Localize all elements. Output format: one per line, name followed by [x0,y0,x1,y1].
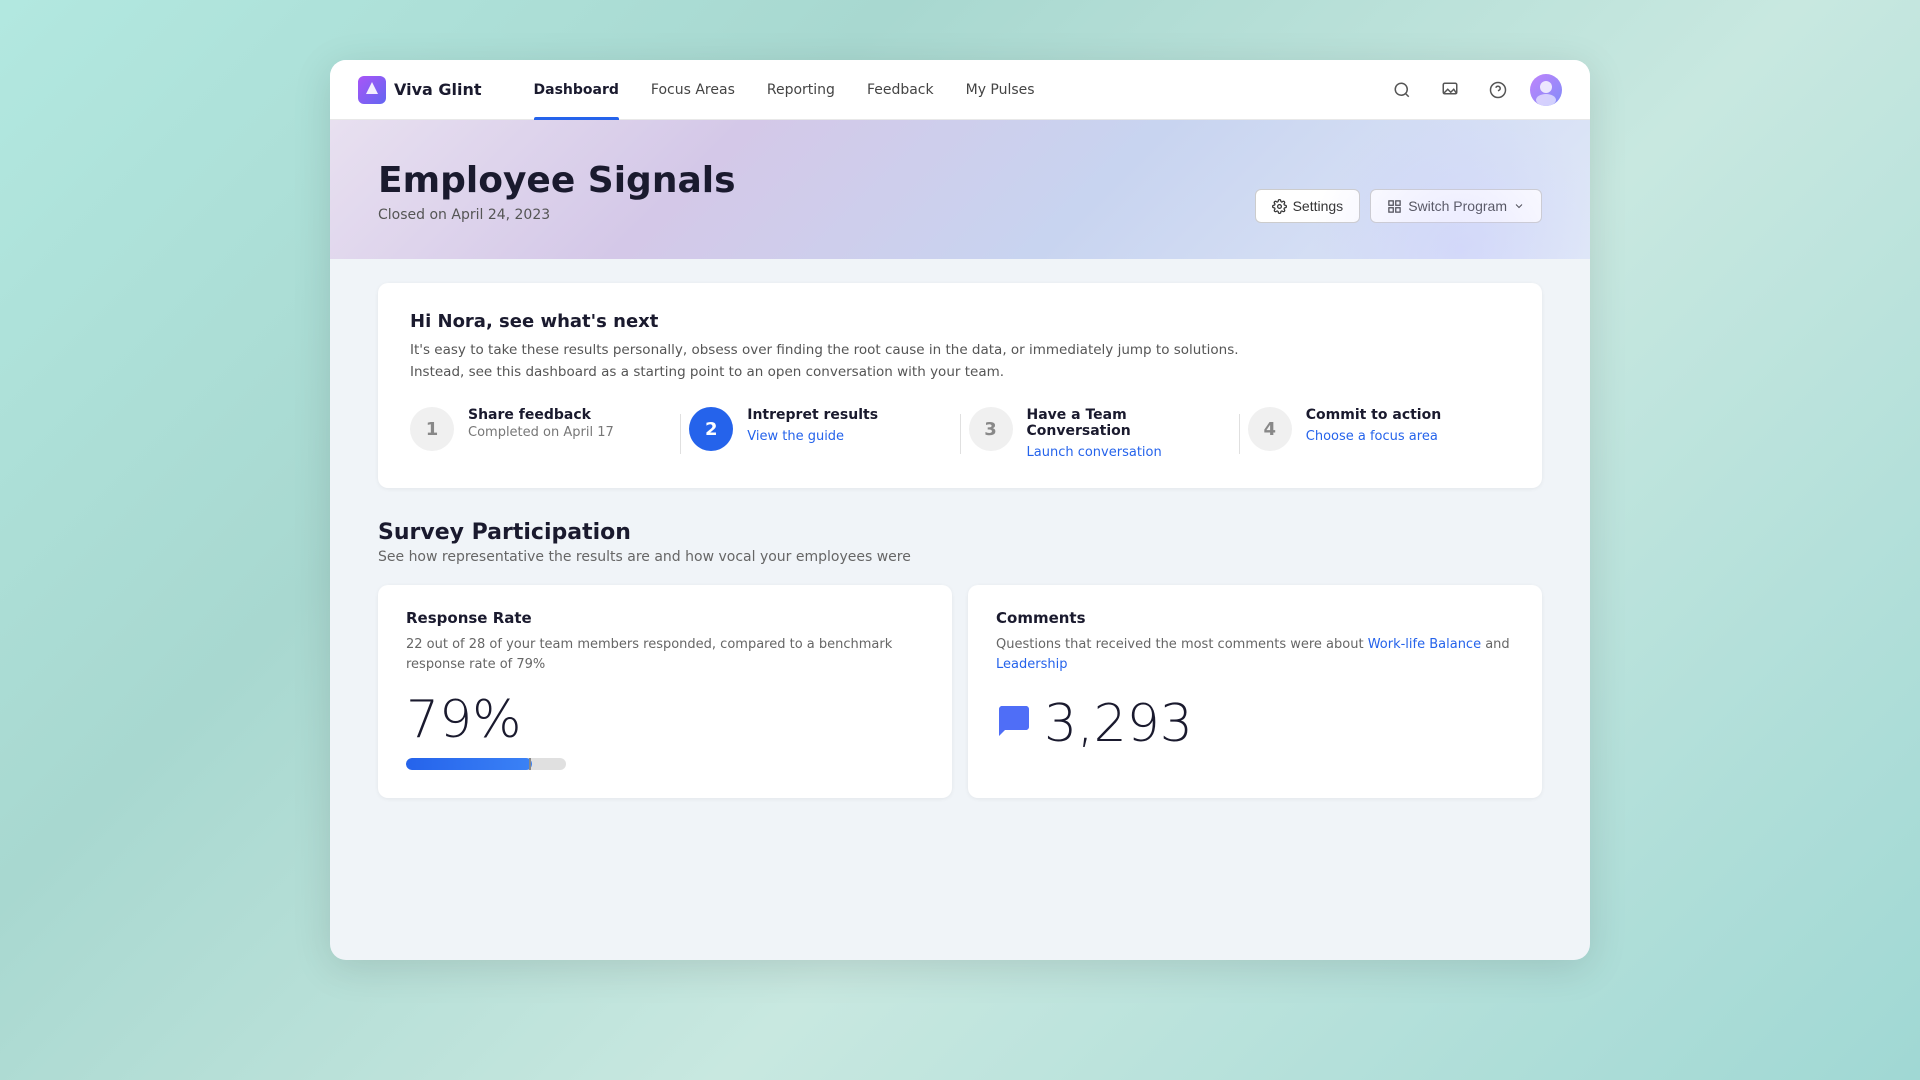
survey-section-desc: See how representative the results are a… [378,549,1542,565]
avatar-icon [1530,74,1562,106]
step-3: 3 Have a Team Conversation Launch conver… [969,407,1231,460]
leadership-link[interactable]: Leadership [996,657,1067,672]
switch-program-button[interactable]: Switch Program [1370,189,1542,223]
logo-text: Viva Glint [394,80,482,99]
step-2-link[interactable]: View the guide [747,429,844,444]
step-4-label: Commit to action [1306,407,1441,423]
survey-section-title: Survey Participation [378,520,1542,545]
switch-icon [1387,199,1402,214]
step-3-label: Have a Team Conversation [1027,407,1215,439]
progress-bar-track [406,758,566,770]
hero-section: Employee Signals Closed on April 24, 202… [330,120,1590,259]
comments-value: 3,293 [1044,694,1193,754]
response-rate-value: 79% [406,694,924,746]
step-3-link[interactable]: Launch conversation [1027,445,1162,460]
step-1-circle: 1 [410,407,454,451]
search-icon [1393,81,1411,99]
step-divider-2 [960,414,961,454]
whats-next-desc-line2: Instead, see this dashboard as a startin… [410,364,1004,380]
nav-bar: Viva Glint Dashboard Focus Areas Reporti… [330,60,1590,120]
survey-cards-grid: Response Rate 22 out of 28 of your team … [378,585,1542,798]
survey-section: Survey Participation See how representat… [378,520,1542,798]
switch-program-label: Switch Program [1408,198,1507,214]
step-4: 4 Commit to action Choose a focus area [1248,407,1510,451]
step-1-info: Share feedback Completed on April 17 [468,407,614,440]
nav-link-my-pulses[interactable]: My Pulses [950,60,1051,120]
search-button[interactable] [1386,74,1418,106]
step-divider-3 [1239,414,1240,454]
user-avatar[interactable] [1530,74,1562,106]
viva-glint-logo-icon [358,76,386,104]
whats-next-desc: It's easy to take these results personal… [410,340,1510,383]
whats-next-title: Hi Nora, see what's next [410,311,1510,332]
step-4-info: Commit to action Choose a focus area [1306,407,1441,444]
page-title: Employee Signals [378,160,1542,201]
comments-desc: Questions that received the most comment… [996,635,1514,674]
step-2: 2 Intrepret results View the guide [689,407,951,451]
nav-links: Dashboard Focus Areas Reporting Feedback… [518,60,1386,120]
step-1-label: Share feedback [468,407,614,423]
whats-next-desc-line1: It's easy to take these results personal… [410,342,1239,358]
response-rate-bar-wrap [406,758,924,770]
progress-bar-fill [406,758,532,770]
response-rate-desc: 22 out of 28 of your team members respon… [406,635,924,674]
nav-link-reporting[interactable]: Reporting [751,60,851,120]
comments-desc-prefix: Questions that received the most comment… [996,637,1368,652]
progress-benchmark-marker [529,758,531,770]
help-icon [1489,81,1507,99]
help-button[interactable] [1482,74,1514,106]
step-3-info: Have a Team Conversation Launch conversa… [1027,407,1215,460]
step-divider-1 [680,414,681,454]
step-1: 1 Share feedback Completed on April 17 [410,407,672,451]
whats-next-card: Hi Nora, see what's next It's easy to ta… [378,283,1542,488]
nav-right [1386,74,1562,106]
logo-area: Viva Glint [358,76,482,104]
steps-row: 1 Share feedback Completed on April 17 2… [410,407,1510,460]
hero-actions: Settings Switch Program [1255,189,1542,223]
nav-link-feedback[interactable]: Feedback [851,60,950,120]
comments-desc-mid: and [1481,637,1510,652]
step-2-info: Intrepret results View the guide [747,407,878,444]
comments-label: Comments [996,609,1514,627]
chat-icon [996,703,1032,739]
step-4-circle: 4 [1248,407,1292,451]
app-window: Viva Glint Dashboard Focus Areas Reporti… [330,60,1590,960]
comment-value-row: 3,293 [996,694,1514,754]
settings-label: Settings [1293,198,1344,214]
work-life-balance-link[interactable]: Work-life Balance [1368,637,1481,652]
step-2-circle: 2 [689,407,733,451]
nav-link-dashboard[interactable]: Dashboard [518,60,635,120]
messages-button[interactable] [1434,74,1466,106]
settings-icon [1272,199,1287,214]
step-3-circle: 3 [969,407,1013,451]
chevron-down-icon [1513,200,1525,212]
nav-link-focus-areas[interactable]: Focus Areas [635,60,751,120]
messages-icon [1441,81,1459,99]
response-rate-label: Response Rate [406,609,924,627]
step-4-link[interactable]: Choose a focus area [1306,429,1438,444]
step-1-sublabel: Completed on April 17 [468,425,614,440]
step-2-label: Intrepret results [747,407,878,423]
main-content: Hi Nora, see what's next It's easy to ta… [330,259,1590,838]
settings-button[interactable]: Settings [1255,189,1361,223]
comment-bubble-icon [996,703,1032,746]
response-rate-card: Response Rate 22 out of 28 of your team … [378,585,952,798]
comments-card: Comments Questions that received the mos… [968,585,1542,798]
page-subtitle: Closed on April 24, 2023 [378,207,1542,223]
